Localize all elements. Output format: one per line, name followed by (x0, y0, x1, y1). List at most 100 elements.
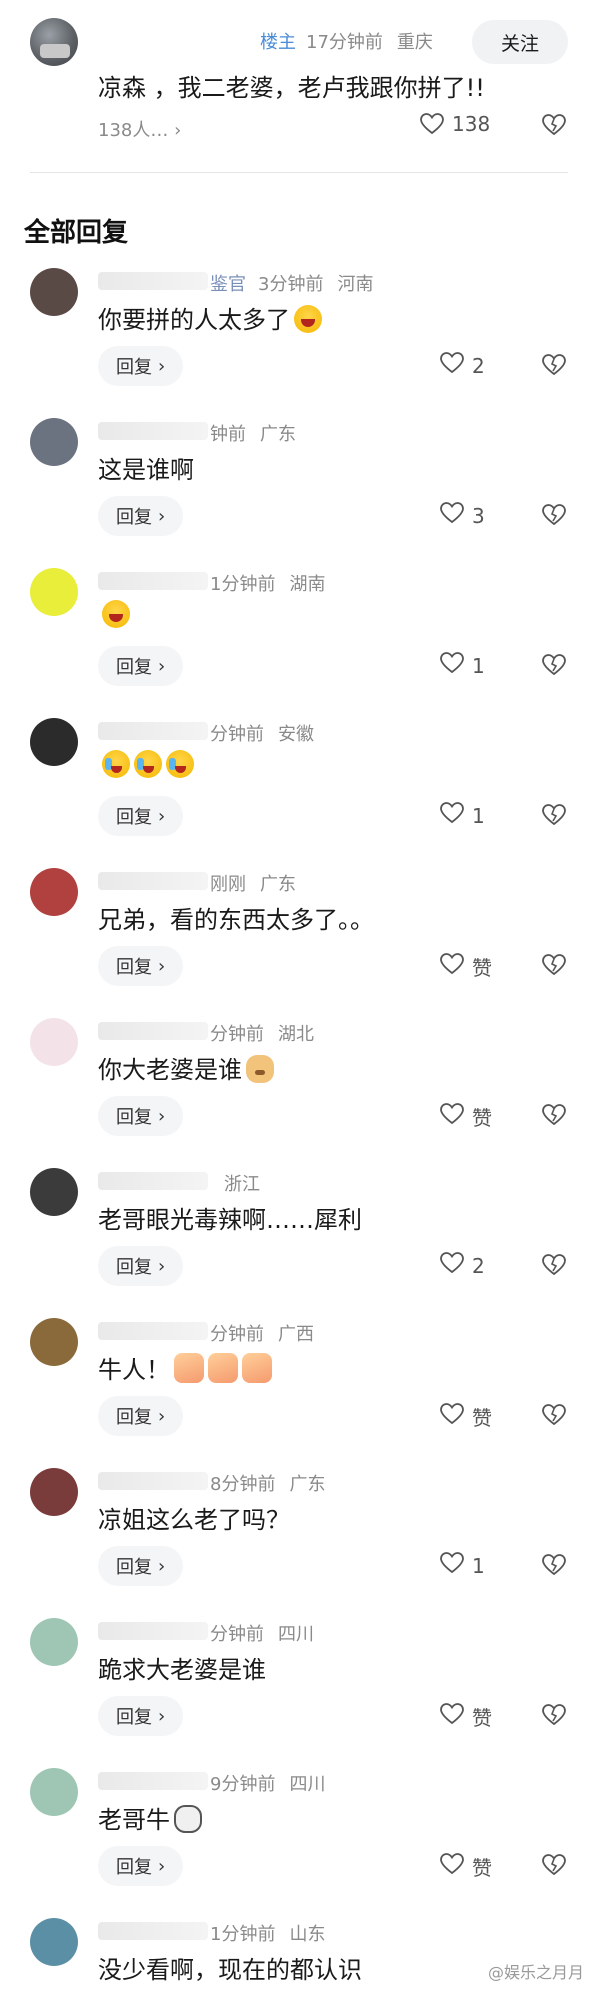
doge-emoji-icon (246, 1055, 274, 1083)
dislike-button[interactable] (542, 504, 566, 530)
comment-item: 1分钟前 湖南 回复 › 1 (0, 562, 598, 712)
reply-button[interactable]: 回复 › (98, 796, 184, 836)
reply-label: 回复 (116, 507, 152, 528)
username-blurred (98, 1922, 208, 1940)
location: 广东 (260, 874, 296, 895)
chevron-right-icon: › (158, 355, 166, 377)
reply-button[interactable]: 回复 › (98, 1846, 184, 1886)
reply-label: 回复 (116, 1257, 152, 1278)
replies-link[interactable]: 138人… › (98, 116, 181, 142)
avatar[interactable] (30, 1018, 78, 1066)
like-count: 赞 (472, 1106, 492, 1130)
dislike-button[interactable] (542, 1554, 566, 1580)
dislike-button[interactable] (542, 954, 566, 980)
avatar[interactable] (30, 268, 78, 316)
username-blurred (98, 1472, 208, 1490)
section-title: 全部回复 (24, 218, 129, 248)
laughing-emoji-icon (102, 600, 130, 628)
reply-button[interactable]: 回复 › (98, 646, 184, 686)
comment-text-content: 跪求大老婆是谁 (98, 1656, 266, 1684)
like-button[interactable]: 赞 (440, 1702, 492, 1731)
avatar[interactable] (30, 1768, 78, 1816)
comment-text: 凉姐这么老了吗？ (98, 1500, 290, 1535)
avatar[interactable] (30, 1918, 78, 1966)
avatar[interactable] (30, 1318, 78, 1366)
avatar[interactable] (30, 418, 78, 466)
dislike-button[interactable] (542, 1854, 566, 1880)
broken-heart-icon (542, 114, 566, 136)
thumbs-up-emoji-icon (174, 1353, 204, 1383)
like-button[interactable]: 赞 (440, 1402, 492, 1431)
reply-button[interactable]: 回复 › (98, 1546, 184, 1586)
chevron-right-icon: › (158, 1255, 166, 1277)
dislike-button[interactable] (542, 114, 566, 140)
location: 湖北 (278, 1024, 314, 1045)
dislike-button[interactable] (542, 354, 566, 380)
like-button[interactable]: 赞 (440, 1852, 492, 1881)
like-count: 赞 (472, 1706, 492, 1730)
heart-icon (440, 352, 464, 379)
dislike-button[interactable] (542, 654, 566, 680)
reply-button[interactable]: 回复 › (98, 1696, 184, 1736)
chevron-right-icon: › (158, 505, 166, 527)
dislike-button[interactable] (542, 1704, 566, 1730)
like-button[interactable]: 2 (440, 352, 485, 379)
comment-meta: 分钟前 安徽 (210, 720, 314, 746)
like-count: 138 (452, 112, 491, 136)
chevron-right-icon: › (158, 1855, 166, 1877)
heart-icon (440, 1552, 464, 1579)
dislike-button[interactable] (542, 1104, 566, 1130)
chevron-right-icon: › (174, 120, 182, 141)
chevron-right-icon: › (158, 655, 166, 677)
like-button[interactable]: 1 (440, 652, 485, 679)
like-count: 赞 (472, 956, 492, 980)
location: 河南 (337, 274, 374, 295)
comment-item: 9分钟前 四川 老哥牛 回复 › 赞 (0, 1762, 598, 1912)
like-button[interactable]: 赞 (440, 952, 492, 981)
reply-label: 回复 (116, 1557, 152, 1578)
avatar[interactable] (30, 568, 78, 616)
chevron-right-icon: › (158, 1105, 166, 1127)
reply-button[interactable]: 回复 › (98, 1246, 184, 1286)
like-button[interactable]: 1 (440, 802, 485, 829)
broken-heart-icon (542, 354, 566, 380)
avatar[interactable] (30, 718, 78, 766)
like-button[interactable]: 赞 (440, 1102, 492, 1131)
avatar[interactable] (30, 1618, 78, 1666)
dislike-button[interactable] (542, 1404, 566, 1430)
username-blurred (98, 1622, 208, 1640)
dislike-button[interactable] (542, 804, 566, 830)
avatar[interactable] (30, 18, 78, 66)
like-button[interactable]: 3 (440, 502, 485, 529)
avatar[interactable] (30, 868, 78, 916)
broken-heart-icon (542, 954, 566, 980)
timestamp: 分钟前 (210, 724, 264, 745)
crying-laughing-emoji-icon (134, 750, 162, 778)
reply-button[interactable]: 回复 › (98, 1096, 184, 1136)
reply-button[interactable]: 回复 › (98, 1396, 184, 1436)
like-count: 2 (472, 1253, 485, 1278)
comment-text: 牛人！ (98, 1350, 272, 1385)
dislike-button[interactable] (542, 1254, 566, 1280)
laughing-emoji-icon (294, 305, 322, 333)
reply-button[interactable]: 回复 › (98, 496, 184, 536)
avatar[interactable] (30, 1168, 78, 1216)
timestamp: 分钟前 (210, 1624, 264, 1645)
heart-icon (440, 502, 464, 529)
follow-button[interactable]: 关注 (472, 20, 568, 64)
comment-meta: 刚刚 广东 (210, 870, 296, 896)
like-button[interactable]: 138 (420, 112, 490, 136)
comment-text: 你要拼的人太多了 (98, 300, 322, 335)
reply-button[interactable]: 回复 › (98, 946, 184, 986)
comment-meta: 分钟前 湖北 (210, 1020, 314, 1046)
like-button[interactable]: 2 (440, 1252, 485, 1279)
avatar[interactable] (30, 1468, 78, 1516)
reply-button[interactable]: 回复 › (98, 346, 184, 386)
comment-item: 分钟前 广西 牛人！ 回复 › 赞 (0, 1312, 598, 1462)
crying-laughing-emoji-icon (166, 750, 194, 778)
heart-icon (420, 113, 444, 135)
username-blurred (98, 1022, 208, 1040)
top-comment-text: 凉森 ，我二老婆，老卢我跟你拼了!! (98, 74, 485, 102)
broken-heart-icon (542, 1554, 566, 1580)
like-button[interactable]: 1 (440, 1552, 485, 1579)
